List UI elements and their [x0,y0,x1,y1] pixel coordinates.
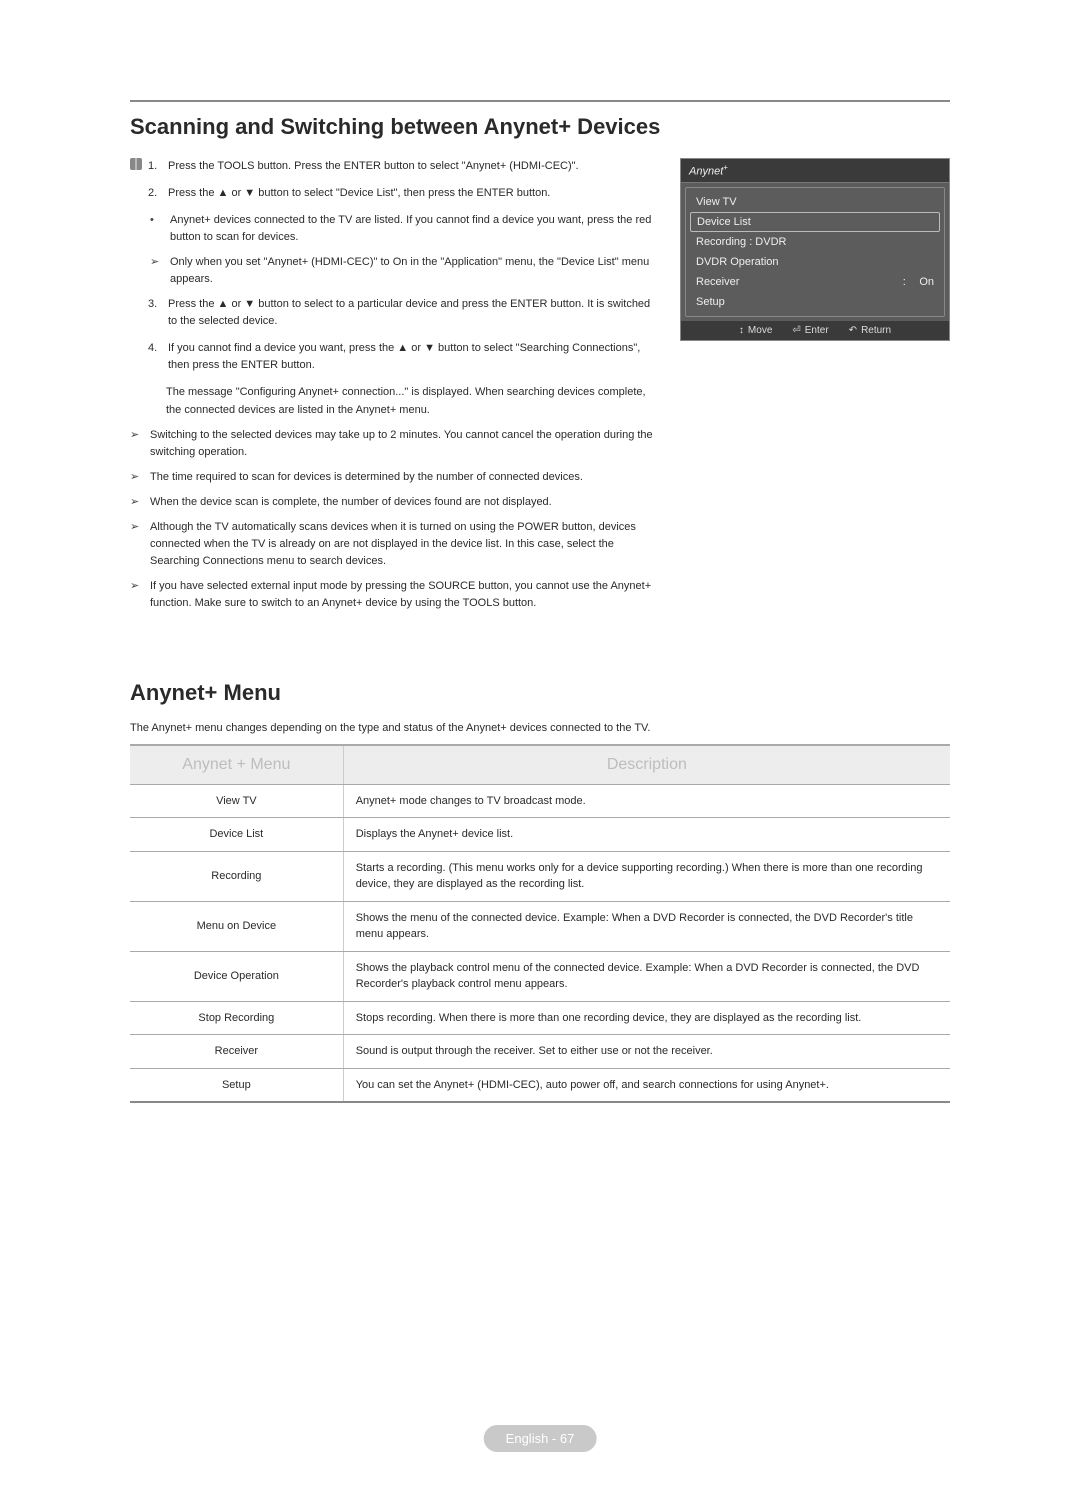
note-4: Although the TV automatically scans devi… [150,519,660,570]
osd-item-dvdrop: DVDR Operation [686,252,944,272]
step-2-text: Press the ▲ or ▼ button to select "Devic… [168,185,660,202]
note-icon: ➢ [130,578,150,612]
note-1: Switching to the selected devices may ta… [150,427,660,461]
step-number-4: 4. [148,340,168,374]
step-3-text: Press the ▲ or ▼ button to select to a p… [168,296,660,330]
section-title: Scanning and Switching between Anynet+ D… [130,114,950,140]
move-updown-icon [739,325,744,336]
osd-screenshot: Anynet+ View TV Device List Recording : … [680,158,950,341]
enter-icon [792,325,800,336]
osd-item-viewtv: View TV [686,192,944,212]
note-3: When the device scan is complete, the nu… [150,494,552,511]
step-number-3: 3. [148,296,168,330]
return-icon [849,325,857,336]
anynet-menu-title: Anynet+ Menu [130,680,950,706]
osd-item-recording: Recording : DVDR [686,232,944,252]
note-2: The time required to scan for devices is… [150,469,583,486]
anynet-menu-table: Anynet + Menu Description View TVAnynet+… [130,744,950,1104]
table-header-description: Description [343,745,950,785]
bullet-icon: • [150,212,170,246]
table-row: RecordingStarts a recording. (This menu … [130,851,950,901]
table-row: Menu on DeviceShows the menu of the conn… [130,901,950,951]
step-number-1: 1. [148,158,168,175]
table-header-menu: Anynet + Menu [130,745,343,785]
note-icon: ➢ [130,469,150,486]
osd-item-receiver: Receiver:On [686,272,944,292]
step2-sub1: Anynet+ devices connected to the TV are … [170,212,660,246]
step2-sub2: Only when you set "Anynet+ (HDMI-CEC)" t… [170,254,660,288]
table-row: View TVAnynet+ mode changes to TV broadc… [130,784,950,818]
note-icon: ➢ [130,519,150,570]
table-row: SetupYou can set the Anynet+ (HDMI-CEC),… [130,1068,950,1102]
step4-sub: The message "Configuring Anynet+ connect… [166,384,660,418]
table-row: Device ListDisplays the Anynet+ device l… [130,818,950,852]
page-number-badge: English - 67 [484,1425,597,1452]
page-footer: English - 67 [484,1430,597,1448]
note-icon: ➢ [130,494,150,511]
osd-logo: Anynet+ [681,159,949,183]
step-number-2: 2. [148,185,168,202]
step-4-text: If you cannot find a device you want, pr… [168,340,660,374]
table-row: ReceiverSound is output through the rece… [130,1035,950,1069]
osd-item-setup: Setup [686,292,944,312]
note-icon: ➢ [130,427,150,461]
note-5: If you have selected external input mode… [150,578,660,612]
osd-item-devicelist-selected: Device List [690,212,940,232]
note-icon: ➢ [150,254,170,288]
step-1-text: Press the TOOLS button. Press the ENTER … [168,158,660,175]
menu-intro: The Anynet+ menu changes depending on th… [130,722,950,734]
table-row: Stop RecordingStops recording. When ther… [130,1001,950,1035]
table-row: Device OperationShows the playback contr… [130,951,950,1001]
osd-footer: Move Enter Return [681,321,949,340]
tools-icon [130,158,142,170]
